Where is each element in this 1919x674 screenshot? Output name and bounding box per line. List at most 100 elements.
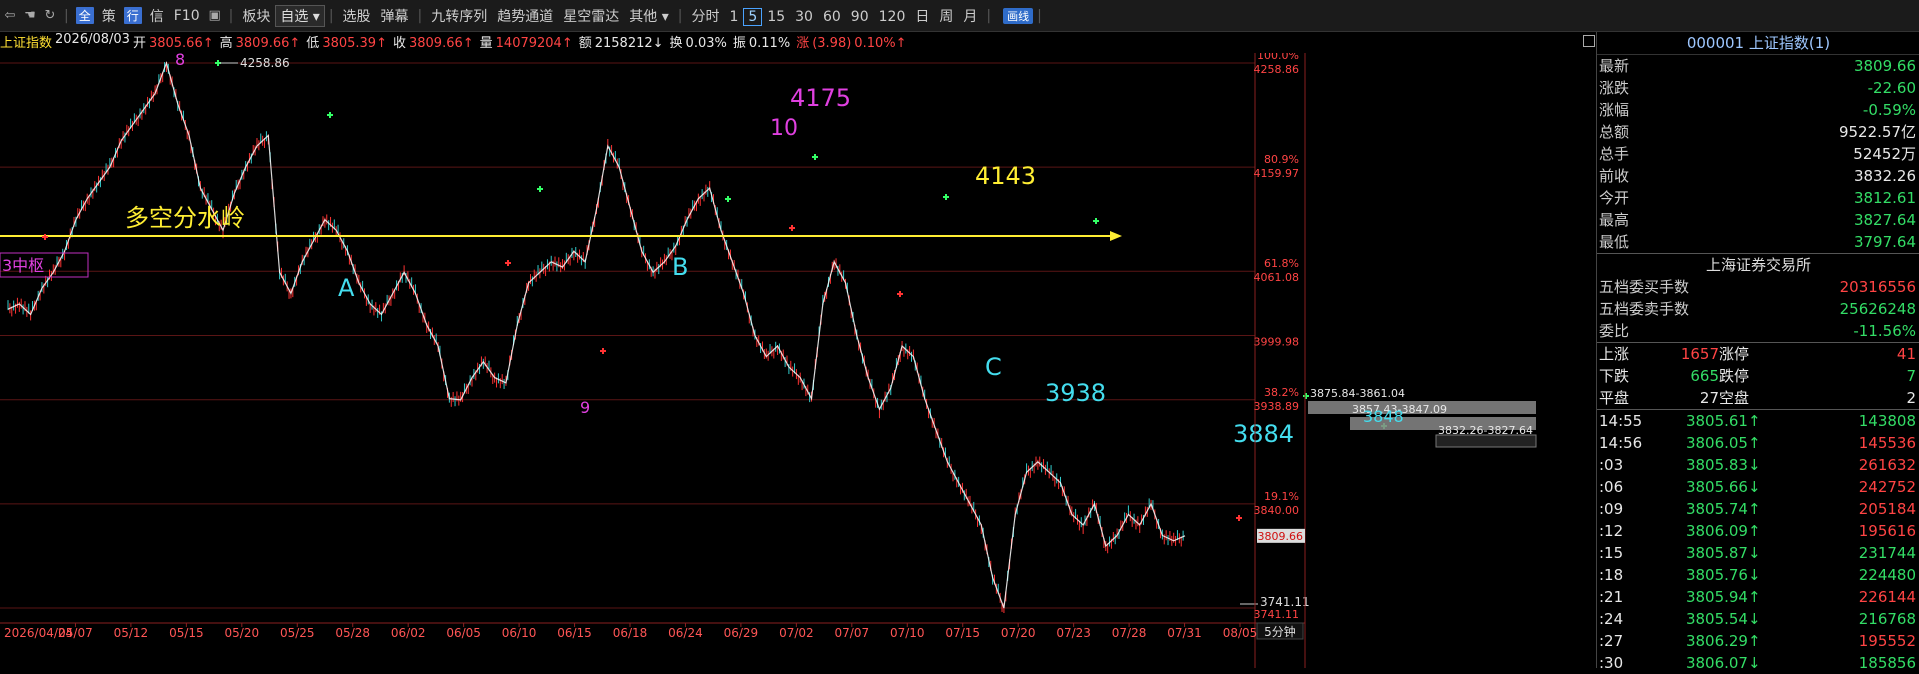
tick-volume: 216768: [1858, 610, 1916, 628]
tick-price: 3805.87↓: [1685, 544, 1761, 562]
quote-date: 2026/08/03: [55, 32, 130, 47]
tick-row[interactable]: :09 3805.74↑ 205184: [1597, 498, 1919, 520]
wave-label-c: C: [985, 353, 1002, 381]
tick-volume: 185856: [1858, 654, 1916, 672]
rows-row: 前收 3832.26: [1597, 165, 1919, 187]
tick-list[interactable]: 14:55 3805.61↑ 143808 14:56 3806.05↑ 145536:0…: [1597, 410, 1919, 674]
period-4[interactable]: 30: [790, 9, 818, 25]
period-5[interactable]: 60: [818, 9, 846, 25]
time-tick-label: 07/31: [1167, 626, 1202, 640]
tick-row[interactable]: :12 3806.09↑ 195616: [1597, 520, 1919, 542]
fib-pct-label: 100.0%: [1257, 53, 1299, 62]
hand-cursor-icon[interactable]: ☚: [20, 8, 40, 23]
current-price-label: 3809.66: [1258, 530, 1304, 543]
period-9[interactable]: 周: [934, 9, 958, 25]
time-tick-label: 07/15: [945, 626, 980, 640]
row-label: 总额: [1599, 123, 1630, 141]
panel-name: 上证指数(1): [1748, 34, 1831, 52]
time-tick-label: 06/15: [557, 626, 592, 640]
tick-price: 3806.07↓: [1685, 654, 1761, 672]
wave-label-4175: 4175: [790, 84, 851, 112]
period-3[interactable]: 15: [762, 9, 790, 25]
index-name: 上证指数: [0, 36, 53, 51]
toolbar-f10-button[interactable]: F10: [169, 8, 205, 24]
wave-label-3884: 3884: [1233, 420, 1294, 448]
toolbar-radar-button[interactable]: 星空雷达: [558, 6, 624, 26]
back-icon[interactable]: ⇦: [0, 8, 20, 23]
period-8[interactable]: 日: [910, 9, 934, 25]
tick-price: 3805.54↓: [1685, 610, 1761, 628]
time-tick-label: 06/29: [724, 626, 759, 640]
toolbar-divider: |: [417, 7, 423, 24]
tick-row[interactable]: :06 3805.66↓ 242752: [1597, 476, 1919, 498]
time-tick-label: 07/23: [1056, 626, 1091, 640]
toolbar-danmaku-button[interactable]: 弹幕: [376, 6, 414, 26]
time-tick-label: 05/25: [280, 626, 315, 640]
rows-row: 最高 3827.64: [1597, 209, 1919, 231]
toolbar-stock-picker-button[interactable]: 选股: [338, 6, 376, 26]
toolbar-info-button[interactable]: 信: [145, 6, 169, 26]
price-tick-label: 4061.08: [1254, 271, 1300, 284]
tick-row[interactable]: :30 3806.07↓ 185856: [1597, 652, 1919, 674]
tick-price: 3805.74↑: [1685, 500, 1761, 518]
tick-volume: 205184: [1858, 500, 1916, 518]
period-6[interactable]: 90: [846, 9, 874, 25]
refresh-icon[interactable]: ↻: [40, 8, 60, 23]
tick-row[interactable]: 14:56 3806.05↑ 145536: [1597, 432, 1919, 454]
toolbar-all-button[interactable]: 全: [75, 7, 94, 24]
order-book-summary: 五档委买手数 20316556 五档委卖手数 25626248 委比 -11.56%: [1597, 276, 1919, 342]
rows-row: 总手 52452万: [1597, 143, 1919, 165]
tick-row[interactable]: :21 3805.94↑ 226144: [1597, 586, 1919, 608]
breadth-value: 41: [1896, 345, 1916, 363]
row-value: 3827.64: [1853, 211, 1916, 229]
stack-icon[interactable]: ▣: [205, 8, 225, 23]
toolbar-nine-turn-button[interactable]: 九转序列: [426, 6, 492, 26]
exchange-name: 上海证券交易所: [1597, 253, 1919, 276]
toolbar-strategy-button[interactable]: 策: [97, 6, 121, 26]
chart-annotations: 8 4258.86 10 4175 4143 多空分水岭 3中枢 A B C 9 3938 3884 38…: [0, 53, 1537, 609]
kline-chart[interactable]: 8 4258.86 10 4175 4143 多空分水岭 3中枢 A B C 9 3938 3884 38…: [0, 53, 1595, 668]
window-toggle-icon[interactable]: [1583, 35, 1595, 47]
period-2[interactable]: 5: [743, 7, 763, 26]
period-0[interactable]: 分时: [686, 9, 724, 25]
toolbar-row-button[interactable]: 行: [123, 7, 142, 24]
tick-row[interactable]: :24 3805.54↓ 216768: [1597, 608, 1919, 630]
row-label: 最新: [1599, 57, 1630, 75]
time-tick-label: 05/28: [335, 626, 370, 640]
tick-time: :27: [1599, 632, 1624, 650]
toolbar-divider: |: [677, 7, 683, 24]
time-tick-label: 07/02: [779, 626, 814, 640]
period-10[interactable]: 月: [958, 9, 982, 25]
breadth-label: 空盘: [1719, 389, 1750, 407]
rows-row: 总额 9522.57亿: [1597, 121, 1919, 143]
toolbar-sector-button[interactable]: 板块: [237, 6, 275, 26]
toolbar-other-label: 其他: [629, 8, 658, 25]
tick-row[interactable]: :18 3805.76↓ 224480: [1597, 564, 1919, 586]
period-1[interactable]: 1: [724, 9, 743, 25]
tick-row[interactable]: 14:55 3805.61↑ 143808: [1597, 410, 1919, 432]
tick-volume: 231744: [1858, 544, 1916, 562]
rows2-row: 委比 -11.56%: [1597, 320, 1919, 342]
toolbar-other-dropdown[interactable]: 其他 ▾: [624, 6, 673, 26]
time-tick-label: 05/20: [225, 626, 260, 640]
period-selector: 分时 1 5 15 30 60 90 120 日周月: [686, 6, 982, 26]
price-tick-label: 4159.97: [1254, 167, 1300, 180]
breadth-value: 27: [1699, 389, 1719, 407]
tick-price: 3805.83↓: [1685, 456, 1761, 474]
row-value: 20316556: [1839, 278, 1916, 296]
watchlist-dropdown[interactable]: 自选 ▾: [275, 4, 325, 27]
draw-line-button[interactable]: 画线: [1003, 7, 1034, 24]
toolbar-divider: |: [986, 7, 992, 24]
period-7[interactable]: 120: [874, 9, 911, 25]
tick-row[interactable]: :27 3806.29↑ 195552: [1597, 630, 1919, 652]
tick-price: 3805.61↑: [1685, 412, 1761, 430]
row-label: 前收: [1599, 167, 1630, 185]
wave-label-b: B: [672, 253, 688, 281]
tick-row[interactable]: :15 3805.87↓ 231744: [1597, 542, 1919, 564]
toolbar-trend-channel-button[interactable]: 趋势通道: [492, 6, 558, 26]
quote-amplitude: 振 0.11%: [732, 36, 791, 51]
toolbar-divider: |: [328, 7, 334, 24]
tick-row[interactable]: :03 3805.83↓ 261632: [1597, 454, 1919, 476]
panel-code: 000001: [1686, 34, 1745, 52]
time-tick-label: 08/05: [1223, 626, 1258, 640]
